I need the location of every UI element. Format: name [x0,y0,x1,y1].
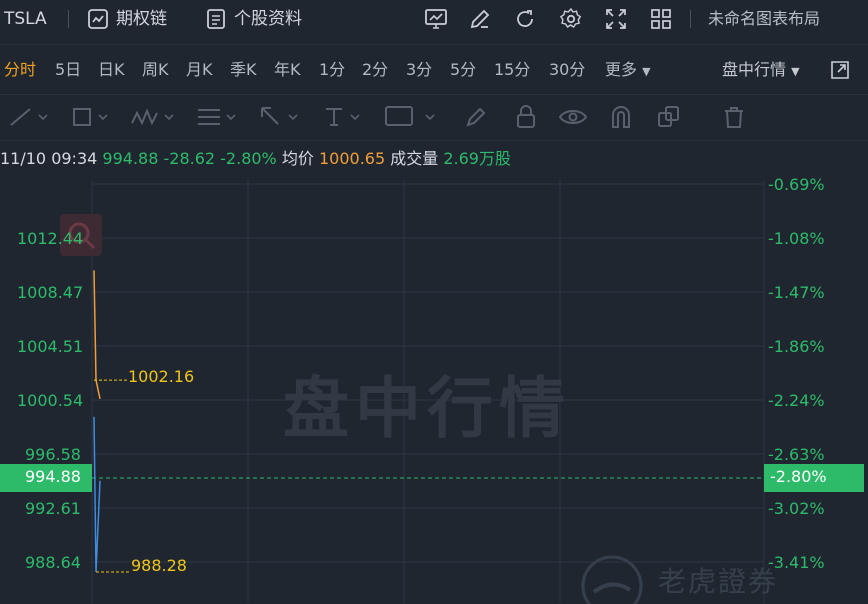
trash-icon[interactable] [720,103,748,131]
price-label-tool-icon[interactable] [384,103,440,131]
divider [690,10,691,28]
symbol-label[interactable]: TSLA [4,0,47,38]
period-tab[interactable]: 周K [142,44,169,96]
high-price-label: 1002.16 [128,367,195,386]
quote-change: -28.62 [163,149,216,168]
chevron-down-icon: ▼ [791,65,800,78]
left-axis-label: 1000.54 [17,391,84,410]
right-axis-label: -2.24% [768,391,825,410]
session-dropdown[interactable]: 盘中行情 ▼ [722,44,800,98]
volume-value: 2.69万股 [443,149,511,168]
refresh-icon[interactable] [513,7,537,31]
more-periods-dropdown[interactable]: 更多 ▼ [605,44,651,98]
magnet-icon[interactable] [607,103,635,131]
period-tab[interactable]: 15分 [494,44,530,96]
right-axis-label: -3.02% [768,499,825,518]
period-tab[interactable]: 30分 [549,44,585,96]
drawing-toolbar [0,95,868,141]
left-axis-label: 996.58 [25,445,81,464]
grid-layout-icon[interactable] [649,7,673,31]
intraday-chart[interactable]: 盘中行情 老虎證券 1012.44 1008.47 1004.51 1000.5… [0,175,868,604]
options-chain-button[interactable]: 期权链 [116,0,167,38]
edit-icon[interactable] [468,7,492,31]
fibonacci-tool-icon[interactable] [196,103,238,131]
current-price-tag: 994.88 [0,464,92,492]
arrow-tool-icon[interactable] [258,103,300,131]
avg-price-label: 均价 [281,149,314,168]
avg-price-value: 1000.65 [318,149,386,168]
period-tab[interactable]: 分时 [4,44,36,96]
expand-icon[interactable] [828,58,852,82]
period-tab[interactable]: 5分 [450,44,476,96]
low-price-label: 988.28 [131,556,187,575]
brand-logo-icon [581,555,643,604]
brand-watermark: 老虎證券 [658,565,779,598]
stock-profile-button[interactable]: 个股资料 [234,0,302,38]
period-tab[interactable]: 日K [98,44,125,96]
right-axis-label: -1.08% [768,229,825,248]
layout-name-dropdown[interactable]: 未命名图表布局 [708,0,820,38]
lock-icon[interactable] [512,103,540,131]
right-axis-label: -1.47% [768,283,825,302]
left-axis-label: 988.64 [25,553,81,572]
right-axis-label: -2.63% [768,445,825,464]
quote-info-line: 11/10 09:34 994.88 -28.62 -2.80% 均价 1000… [0,146,511,172]
divider [68,10,69,28]
period-bar: 分时 5日 日K 周K 月K 季K 年K 1分 2分 3分 5分 15分 30分… [0,44,868,95]
rectangle-tool-icon[interactable] [70,103,112,131]
current-price-value: 994.88 [25,467,81,486]
period-tab[interactable]: 2分 [362,44,388,96]
volume-label: 成交量 [390,149,439,168]
fullscreen-icon[interactable] [604,7,628,31]
quote-datetime: 11/10 09:34 [0,149,98,168]
trend-line-tool-icon[interactable] [8,103,50,131]
pencil-icon[interactable] [462,103,490,131]
left-axis-label: 1012.44 [17,229,84,248]
top-toolbar: TSLA 期权链 个股资料 未命名图表布局 [0,0,868,45]
right-axis-label: -0.69% [768,175,825,194]
period-tab[interactable]: 5日 [55,44,81,96]
current-pct-value: -2.80% [770,467,827,486]
more-label: 更多 [605,60,638,79]
text-tool-icon[interactable] [322,103,364,131]
pattern-tool-icon[interactable] [130,103,178,131]
left-axis-label: 1008.47 [17,283,84,302]
price-series-line [93,416,101,573]
eye-icon[interactable] [558,103,588,131]
left-axis-label: 1004.51 [17,337,84,356]
period-tab[interactable]: 3分 [406,44,432,96]
watermark-text: 盘中行情 [283,370,571,447]
period-tab[interactable]: 年K [274,44,301,96]
copy-icon[interactable] [655,103,683,131]
chevron-down-icon: ▼ [642,65,651,78]
document-icon [204,7,228,31]
chart-monitor-icon[interactable] [424,7,448,31]
period-tab[interactable]: 季K [230,44,257,96]
settings-gear-icon[interactable] [559,7,583,31]
period-tab[interactable]: 月K [186,44,213,96]
quote-price: 994.88 [102,149,159,168]
quote-change-pct: -2.80% [220,149,277,168]
right-axis-label: -3.41% [768,553,825,572]
right-axis-label: -1.86% [768,337,825,356]
session-label: 盘中行情 [722,60,787,79]
options-chain-icon [86,7,110,31]
current-pct-tag: -2.80% [764,464,864,492]
period-tab[interactable]: 1分 [319,44,345,96]
left-axis-label: 992.61 [25,499,81,518]
